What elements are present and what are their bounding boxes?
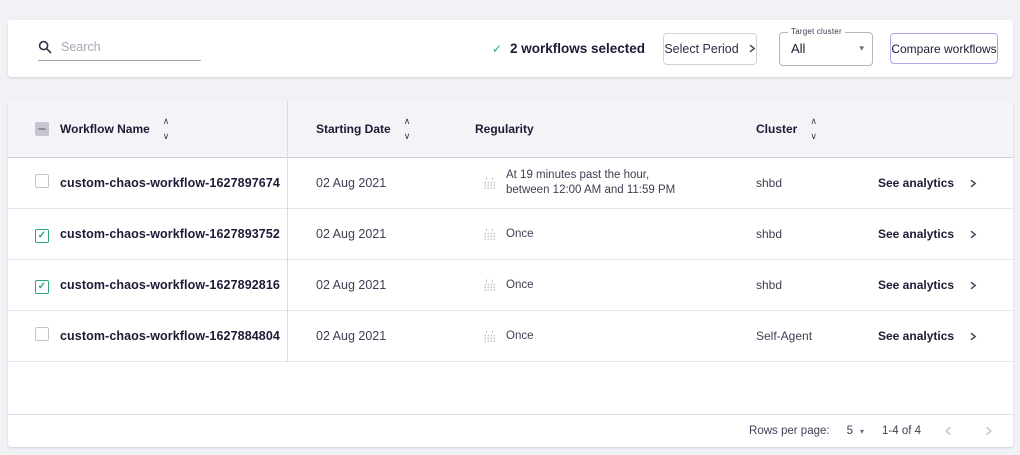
sort-cluster[interactable]: ∧ ∨ (810, 117, 817, 140)
search-input[interactable] (61, 40, 181, 54)
toolbar-actions: ✓ 2 workflows selected Select Period Tar… (492, 32, 998, 66)
starting-date: 02 Aug 2021 (287, 227, 467, 241)
column-header-cluster: Cluster (756, 122, 797, 136)
cluster-name: shbd (743, 227, 868, 241)
workflow-name: custom-chaos-workflow-1627893752 (60, 227, 287, 241)
column-header-workflow-name: Workflow Name (60, 122, 150, 136)
rows-per-page-label: Rows per page: (749, 425, 830, 437)
calendar-icon (483, 228, 496, 241)
chevron-right-icon (969, 281, 977, 290)
table-row: ✓ custom-chaos-workflow-1627897674 02 Au… (8, 158, 1013, 209)
dropdown-caret-icon: ▾ (859, 43, 864, 54)
chevron-right-icon (984, 426, 993, 436)
table-row: ✓ custom-chaos-workflow-1627893752 02 Au… (8, 209, 1013, 260)
calendar-icon (483, 330, 496, 343)
table-header: Workflow Name ∧ ∨ Starting Date ∧ ∨ Regu… (8, 100, 1013, 158)
sort-down-icon: ∨ (404, 132, 411, 140)
workflow-name: custom-chaos-workflow-1627884804 (60, 329, 287, 343)
table-row: ✓ custom-chaos-workflow-1627892816 02 Au… (8, 260, 1013, 311)
row-checkbox[interactable]: ✓ (35, 229, 49, 243)
column-header-regularity: Regularity (475, 122, 534, 136)
compare-workflows-button[interactable]: Compare workflows (890, 33, 998, 64)
select-period-label: Select Period (664, 42, 738, 56)
sort-down-icon: ∨ (810, 132, 817, 140)
select-all-checkbox[interactable] (35, 122, 49, 136)
select-period-button[interactable]: Select Period (663, 33, 757, 65)
selection-status-text: 2 workflows selected (510, 41, 645, 56)
sort-up-icon: ∧ (163, 117, 170, 125)
selection-status: ✓ 2 workflows selected (492, 41, 645, 56)
row-checkbox[interactable]: ✓ (35, 174, 49, 188)
sort-down-icon: ∨ (163, 132, 170, 140)
page-range-text: 1-4 of 4 (882, 425, 921, 437)
pagination: Rows per page: 5 ▾ 1-4 of 4 (8, 414, 1013, 447)
row-checkbox[interactable]: ✓ (35, 280, 49, 294)
selected-check-icon: ✓ (492, 42, 502, 56)
see-analytics-link[interactable]: See analytics (878, 227, 977, 241)
regularity-cell: At 19 minutes past the hour, between 12:… (467, 168, 743, 198)
target-cluster-value: All (791, 41, 805, 56)
regularity-text: Once (506, 329, 534, 344)
search-icon (38, 40, 52, 54)
see-analytics-link[interactable]: See analytics (878, 176, 977, 190)
cluster-name: shbd (743, 278, 868, 292)
cluster-name: shbd (743, 176, 868, 190)
regularity-text: Once (506, 278, 534, 293)
target-cluster-select[interactable]: Target cluster All ▾ (779, 32, 873, 66)
regularity-cell: Once (467, 278, 743, 293)
column-header-starting-date: Starting Date (316, 122, 391, 136)
previous-page-button[interactable] (935, 418, 961, 444)
regularity-cell: Once (467, 329, 743, 344)
chevron-right-icon (969, 332, 977, 341)
starting-date: 02 Aug 2021 (287, 176, 467, 190)
chevron-right-icon (748, 44, 756, 53)
toolbar: ✓ 2 workflows selected Select Period Tar… (8, 20, 1013, 77)
search-box[interactable] (38, 40, 201, 61)
dropdown-caret-icon: ▾ (860, 427, 864, 436)
workflow-name: custom-chaos-workflow-1627897674 (60, 176, 287, 190)
sort-workflow-name[interactable]: ∧ ∨ (163, 117, 170, 140)
cluster-name: Self-Agent (743, 329, 868, 343)
starting-date: 02 Aug 2021 (287, 329, 467, 343)
chevron-left-icon (944, 426, 953, 436)
sort-starting-date[interactable]: ∧ ∨ (404, 117, 411, 140)
rows-per-page-select[interactable]: 5 ▾ (847, 425, 864, 437)
regularity-text: Once (506, 227, 534, 242)
see-analytics-link[interactable]: See analytics (878, 278, 977, 292)
column-divider (287, 100, 288, 362)
regularity-cell: Once (467, 227, 743, 242)
table-body: ✓ custom-chaos-workflow-1627897674 02 Au… (8, 158, 1013, 362)
row-checkbox[interactable]: ✓ (35, 327, 49, 341)
workflow-name: custom-chaos-workflow-1627892816 (60, 278, 287, 292)
sort-up-icon: ∧ (404, 117, 411, 125)
workflows-table: Workflow Name ∧ ∨ Starting Date ∧ ∨ Regu… (8, 100, 1013, 447)
target-cluster-label: Target cluster (788, 27, 845, 36)
starting-date: 02 Aug 2021 (287, 278, 467, 292)
next-page-button[interactable] (975, 418, 1001, 444)
calendar-icon (483, 177, 496, 190)
table-row: ✓ custom-chaos-workflow-1627884804 02 Au… (8, 311, 1013, 362)
regularity-text: At 19 minutes past the hour, between 12:… (506, 168, 675, 198)
sort-up-icon: ∧ (810, 117, 817, 125)
calendar-icon (483, 279, 496, 292)
see-analytics-link[interactable]: See analytics (878, 329, 977, 343)
chevron-right-icon (969, 230, 977, 239)
chevron-right-icon (969, 179, 977, 188)
rows-per-page-value: 5 (847, 425, 853, 437)
